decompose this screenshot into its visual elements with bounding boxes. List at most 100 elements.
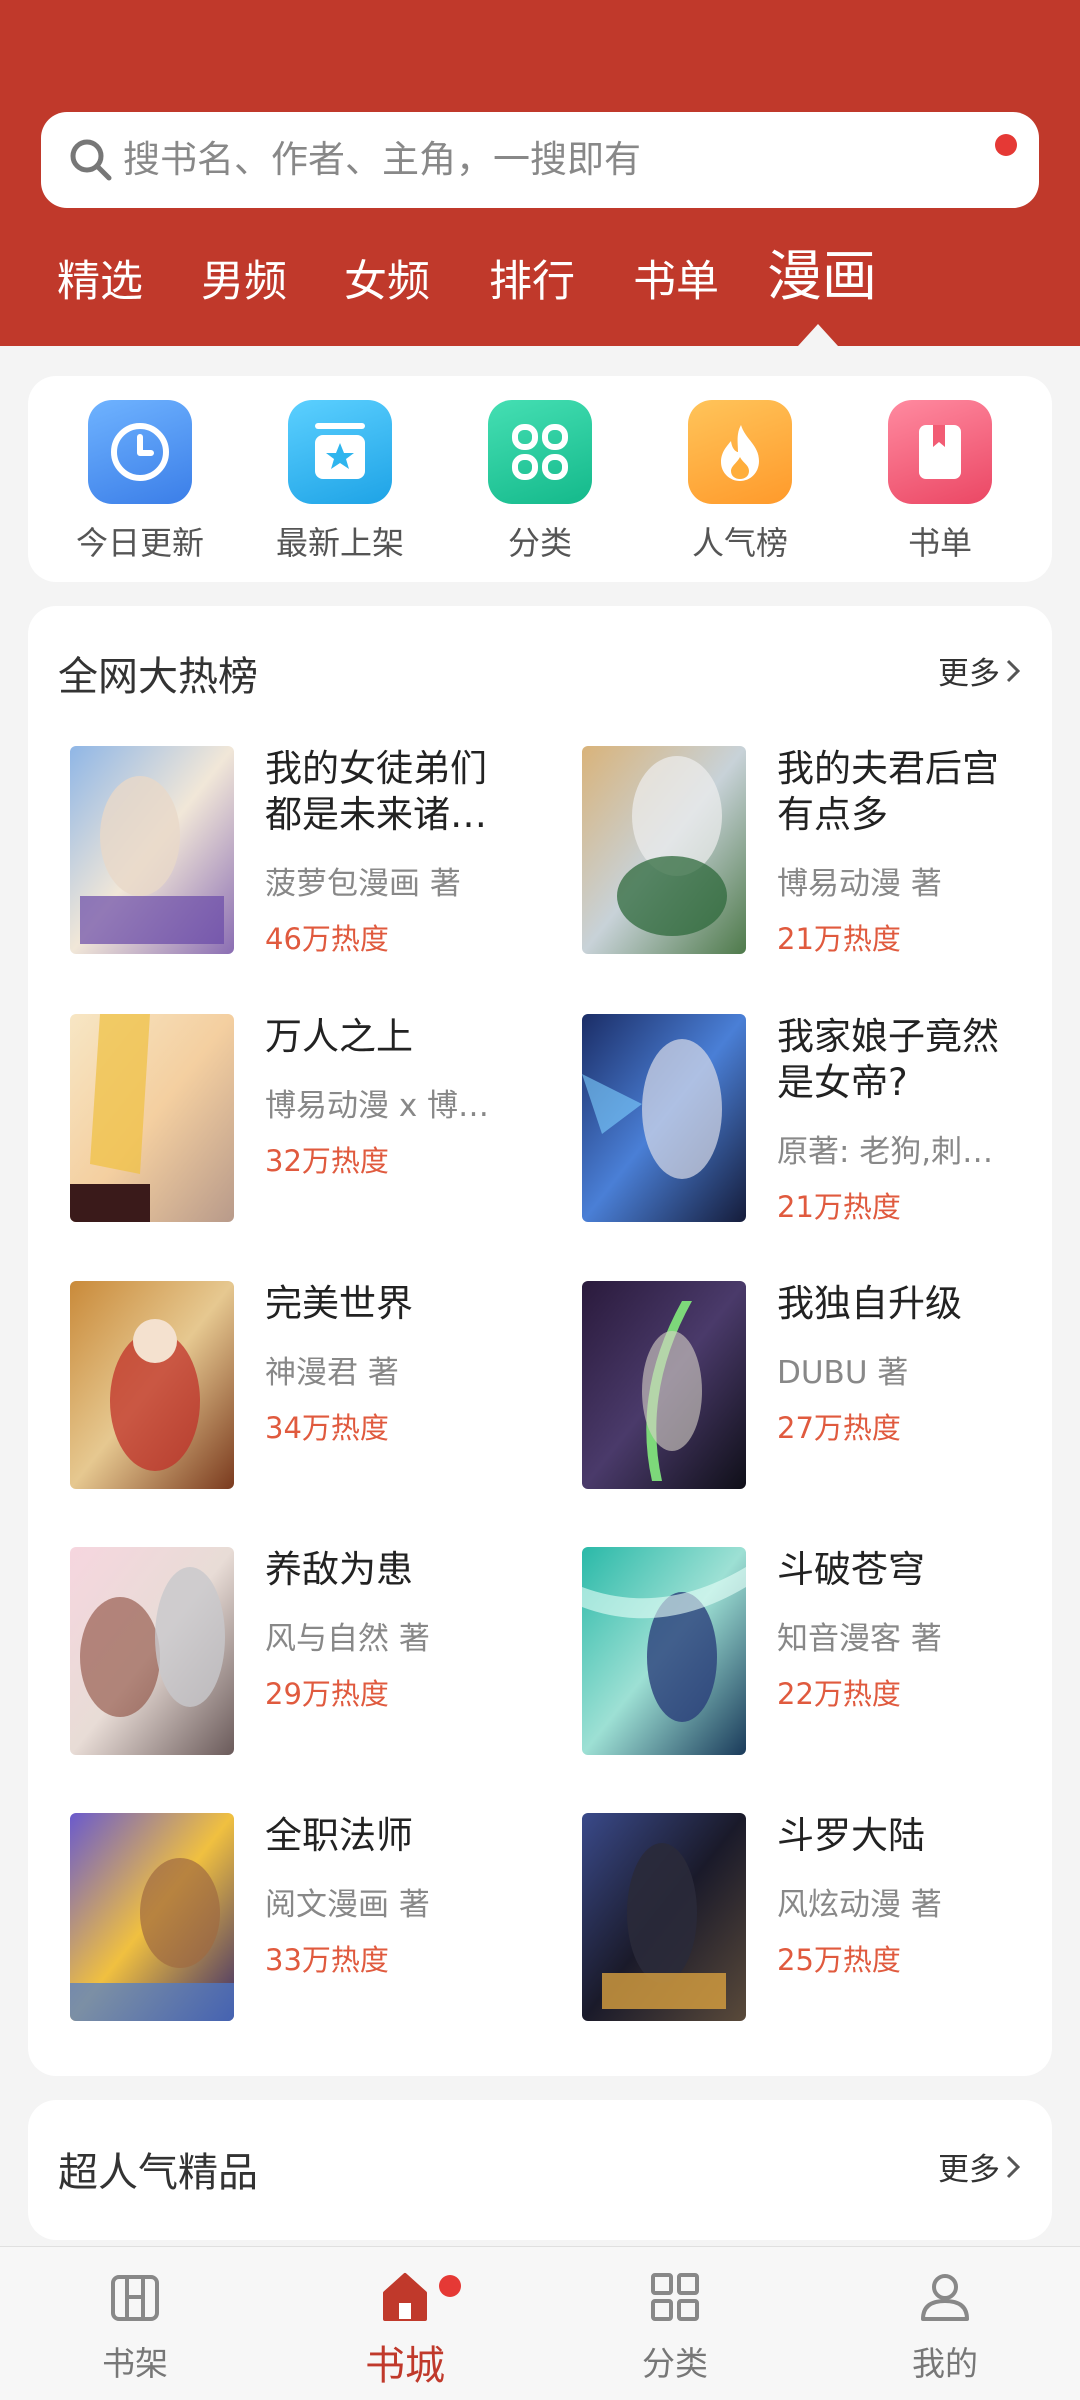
category-grid-icon: [488, 400, 592, 504]
chevron-right-icon: [1006, 2155, 1021, 2178]
book-heat: 22万热度: [777, 1677, 901, 1711]
book-title: 我的女徒弟们都是未来诸…: [265, 747, 487, 836]
home-icon: [383, 2273, 427, 2321]
quick-link-new-arrivals[interactable]: 最新上架: [240, 400, 440, 564]
new-shelf-star-icon: [288, 400, 392, 504]
section-title: 超人气精品: [58, 2150, 258, 2196]
nav-bookshelf[interactable]: 书架: [35, 2267, 235, 2385]
book-title: 我的夫君后宫有点多: [777, 747, 999, 836]
premium-section: 超人气精品 更多: [28, 2100, 1052, 2240]
quick-links: 今日更新 最新上架 分类 人气榜 书单: [28, 376, 1052, 582]
quick-link-label: 分类: [507, 524, 572, 562]
book-cover: [70, 1813, 234, 2021]
book-cover: [70, 1014, 234, 1222]
book-heat: 27万热度: [777, 1411, 901, 1445]
book-heat: 29万热度: [265, 1677, 389, 1711]
more-label: 更多: [938, 2152, 1000, 2188]
quick-link-label: 今日更新: [75, 524, 204, 562]
nav-label: 书架: [102, 2344, 168, 2383]
book-author: 菠萝包漫画 著: [265, 866, 461, 902]
category-tabs: 精选 男频 女频 排行 书单 漫画: [0, 244, 1080, 346]
hot-list-section: 全网大热榜 更多 我的女徒弟们都是未来诸… 菠萝包漫画 著 46万热度 我的夫君…: [28, 606, 1052, 2076]
quick-link-label: 人气榜: [691, 524, 788, 562]
book-card[interactable]: 我独自升级 DUBU 著 27万热度: [582, 1281, 1080, 1501]
search-placeholder: 搜书名、作者、主角，一搜即有: [123, 138, 641, 181]
header: 搜书名、作者、主角，一搜即有 精选 男频 女频 排行 书单 漫画: [0, 0, 1080, 346]
nav-bookstore[interactable]: 书城: [305, 2267, 505, 2391]
book-card[interactable]: 我的夫君后宫有点多 博易动漫 著 21万热度: [582, 746, 1080, 966]
book-card[interactable]: 全职法师 阅文漫画 著 33万热度: [70, 1813, 570, 2033]
book-cover: [582, 1281, 746, 1489]
chevron-right-icon: [1006, 659, 1021, 682]
bookshelf-icon: [111, 2275, 159, 2321]
search-icon: [70, 139, 112, 181]
book-author: 知音漫客 著: [777, 1621, 942, 1657]
book-title: 完美世界: [265, 1282, 413, 1325]
bottom-nav: 书架 书城 分类 我的: [0, 2246, 1080, 2400]
book-author: 博易动漫 著: [777, 866, 942, 902]
book-cover: [582, 1813, 746, 2021]
book-cover: [582, 1547, 746, 1755]
book-title: 我家娘子竟然是女帝?: [777, 1015, 999, 1104]
nav-label: 我的: [912, 2344, 978, 2383]
flame-icon: [688, 400, 792, 504]
section-title: 全网大热榜: [58, 654, 258, 700]
quick-link-label: 书单: [907, 524, 972, 562]
tab-comics[interactable]: 漫画: [767, 244, 877, 308]
book-author: 神漫君 著: [265, 1355, 399, 1391]
quick-link-popular[interactable]: 人气榜: [640, 400, 840, 564]
book-card[interactable]: 万人之上 博易动漫 x 博… 32万热度: [70, 1014, 570, 1234]
clock-icon: [88, 400, 192, 504]
book-heat: 21万热度: [777, 1190, 901, 1224]
book-card[interactable]: 斗罗大陆 风炫动漫 著 25万热度: [582, 1813, 1080, 2033]
book-cover: [70, 746, 234, 954]
book-heat: 25万热度: [777, 1943, 901, 1977]
category-icon: [651, 2273, 699, 2321]
book-card[interactable]: 我家娘子竟然是女帝? 原著: 老狗,刺… 21万热度: [582, 1014, 1080, 1234]
book-card[interactable]: 养敌为患 风与自然 著 29万热度: [70, 1547, 570, 1767]
book-heat: 33万热度: [265, 1943, 389, 1977]
notification-dot: [995, 134, 1017, 156]
book-title: 斗破苍穹: [777, 1548, 925, 1591]
book-heat: 46万热度: [265, 922, 389, 956]
tab-female[interactable]: 女频: [344, 250, 430, 314]
quick-link-booklist[interactable]: 书单: [840, 400, 1040, 564]
book-title: 万人之上: [265, 1015, 413, 1058]
book-author: 博易动漫 x 博…: [265, 1088, 490, 1124]
tab-booklist[interactable]: 书单: [633, 250, 719, 314]
book-author: 原著: 老狗,刺…: [777, 1134, 994, 1170]
tab-featured[interactable]: 精选: [57, 250, 143, 314]
nav-label: 书城: [365, 2343, 445, 2389]
book-cover: [70, 1281, 234, 1489]
quick-link-category[interactable]: 分类: [440, 400, 640, 564]
profile-icon: [921, 2274, 969, 2321]
book-author: 风与自然 著: [265, 1621, 430, 1657]
book-heat: 32万热度: [265, 1144, 389, 1178]
book-card[interactable]: 斗破苍穹 知音漫客 著 22万热度: [582, 1547, 1080, 1767]
more-link[interactable]: 更多: [938, 648, 1022, 693]
search-bar[interactable]: 搜书名、作者、主角，一搜即有: [41, 112, 1039, 208]
tab-ranking[interactable]: 排行: [489, 250, 575, 314]
bookmark-book-icon: [888, 400, 992, 504]
quick-link-today-update[interactable]: 今日更新: [40, 400, 240, 564]
book-author: DUBU 著: [777, 1355, 909, 1391]
more-link[interactable]: 更多: [938, 2144, 1022, 2189]
book-cover: [582, 746, 746, 954]
nav-profile[interactable]: 我的: [845, 2267, 1045, 2385]
book-card[interactable]: 我的女徒弟们都是未来诸… 菠萝包漫画 著 46万热度: [70, 746, 570, 966]
book-author: 风炫动漫 著: [777, 1887, 942, 1923]
active-tab-indicator: [798, 324, 838, 346]
book-title: 斗罗大陆: [777, 1814, 925, 1857]
tab-male[interactable]: 男频: [201, 250, 287, 314]
notification-dot: [439, 2275, 461, 2297]
book-author: 阅文漫画 著: [265, 1887, 430, 1923]
book-card[interactable]: 完美世界 神漫君 著 34万热度: [70, 1281, 570, 1501]
nav-label: 分类: [642, 2344, 708, 2383]
book-title: 我独自升级: [777, 1282, 962, 1325]
book-heat: 34万热度: [265, 1411, 389, 1445]
quick-link-label: 最新上架: [275, 524, 404, 562]
book-title: 全职法师: [265, 1814, 413, 1857]
book-cover: [70, 1547, 234, 1755]
book-heat: 21万热度: [777, 922, 901, 956]
nav-category[interactable]: 分类: [575, 2267, 775, 2385]
